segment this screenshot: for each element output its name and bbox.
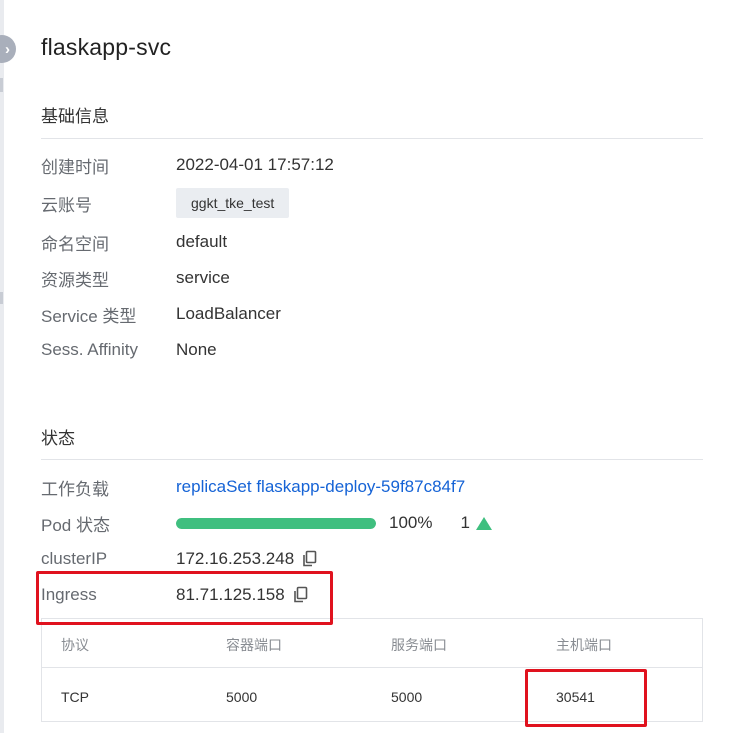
info-row-resource-type: 资源类型 service [41, 266, 230, 290]
info-value: 2022-04-01 17:57:12 [176, 155, 334, 174]
table-header: 服务端口 [391, 637, 447, 653]
section-title-status: 状态 [41, 429, 75, 448]
info-label: Sess. Affinity [41, 340, 139, 359]
status-label: clusterIP [41, 549, 108, 568]
up-triangle-icon [475, 516, 492, 530]
info-row-session-affinity: Sess. Affinity None [41, 338, 217, 362]
copy-icon[interactable] [302, 550, 318, 568]
page-title: flaskapp-svc [41, 34, 172, 60]
workload-link[interactable]: replicaSet flaskapp-deploy-59f87c84f7 [176, 477, 465, 497]
section-divider [41, 138, 703, 139]
table-header: 容器端口 [226, 637, 282, 653]
status-label: 工作负载 [41, 479, 109, 499]
ingress-highlight-box [36, 571, 333, 625]
info-label: 创建时间 [41, 157, 109, 177]
info-value: service [176, 268, 230, 287]
pod-progress-fill [176, 517, 376, 529]
table-divider [42, 667, 702, 668]
sidebar-collapse-button[interactable]: › [0, 35, 16, 63]
info-value: default [176, 232, 228, 251]
cluster-ip-value: 172.16.253.248 [176, 549, 295, 568]
info-label: 命名空间 [41, 234, 109, 254]
section-divider [41, 459, 703, 460]
table-cell-container-port: 5000 [226, 689, 258, 705]
pod-progress-bar [176, 517, 376, 529]
status-label: Pod 状态 [41, 515, 110, 535]
table-cell-protocol: TCP [61, 689, 89, 705]
status-row-workload: 工作负载 replicaSet flaskapp-deploy-59f87c84… [41, 475, 465, 499]
info-value: LoadBalancer [176, 304, 281, 323]
section-title-basic-info: 基础信息 [41, 107, 109, 126]
pod-progress-percent: 100% [389, 513, 433, 532]
cloud-account-tag: ggkt_tke_test [176, 188, 290, 218]
table-header: 主机端口 [556, 637, 612, 653]
info-value: None [176, 340, 217, 359]
host-port-highlight-box [525, 669, 647, 727]
info-row-service-type: Service 类型 LoadBalancer [41, 302, 281, 326]
info-label: 资源类型 [41, 270, 109, 290]
info-row-cloud-account: 云账号 ggkt_tke_test [41, 188, 290, 218]
chevron-right-icon: › [5, 40, 10, 58]
sidebar-edge [0, 0, 4, 733]
table-cell-service-port: 5000 [391, 689, 423, 705]
sidebar-edge-mark [0, 292, 3, 304]
status-row-pod: Pod 状态 100% 1 [41, 511, 492, 535]
pod-count: 1 [460, 513, 470, 532]
info-label: Service 类型 [41, 306, 137, 326]
info-label: 云账号 [41, 195, 92, 215]
status-row-cluster-ip: clusterIP 172.16.253.248 [41, 547, 318, 571]
table-header: 协议 [61, 637, 89, 653]
info-row-namespace: 命名空间 default [41, 230, 227, 254]
sidebar-edge-mark [0, 78, 3, 92]
info-row-created-time: 创建时间 2022-04-01 17:57:12 [41, 153, 334, 177]
